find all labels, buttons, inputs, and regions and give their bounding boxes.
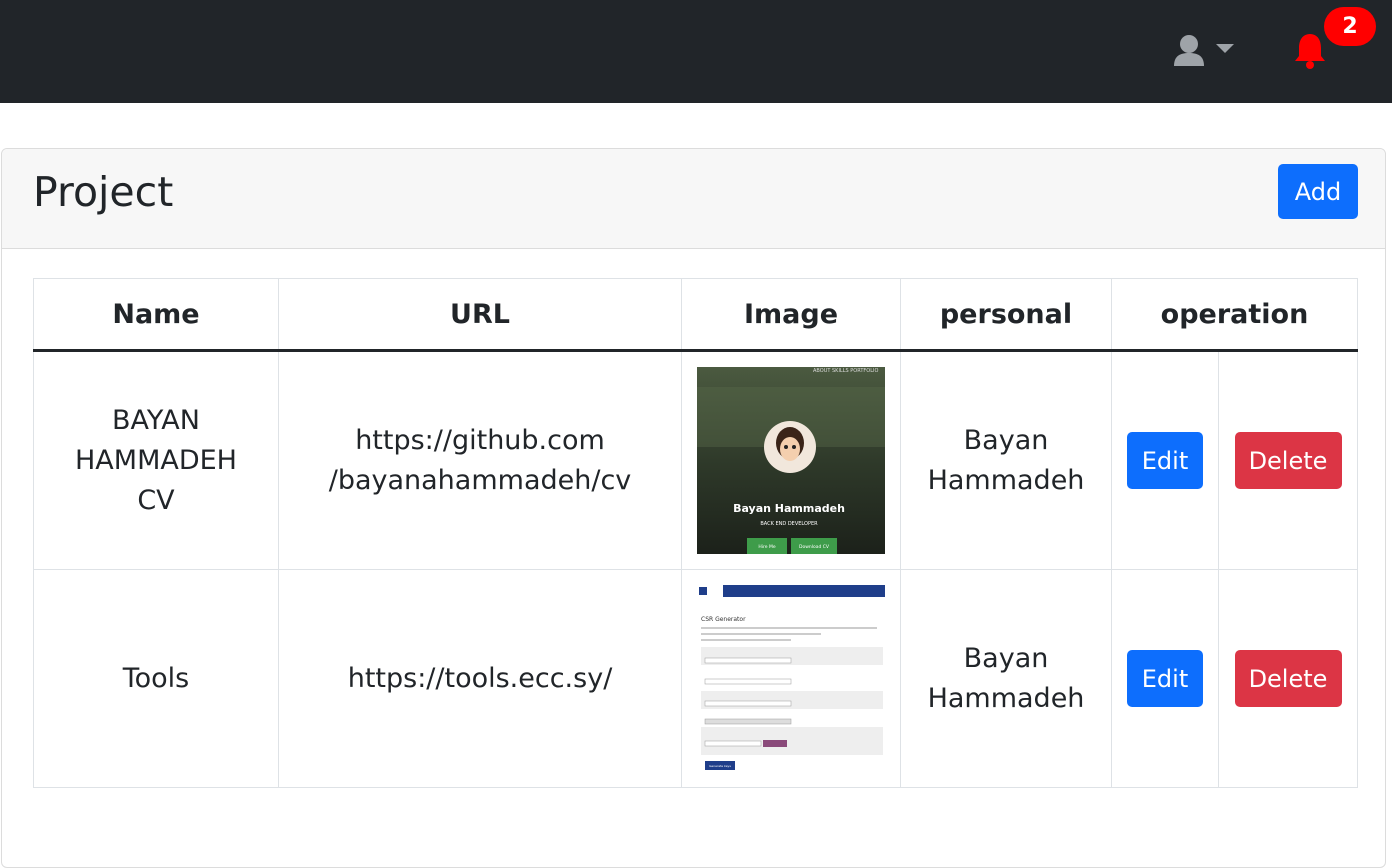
- project-thumbnail-cv: ABOUT SKILLS PORTFOLIO Bayan Hammadeh BA…: [697, 367, 885, 554]
- table-header-row: Name URL Image personal operation: [33, 278, 1358, 352]
- column-header-url: URL: [278, 278, 682, 352]
- personal-line2: Hammadeh: [927, 682, 1085, 714]
- top-navbar: 2: [0, 0, 1392, 103]
- notification-button[interactable]: [1290, 30, 1330, 70]
- user-icon: [1174, 35, 1204, 66]
- project-card: Project Add Name URL Image personal oper…: [1, 148, 1386, 868]
- project-name: BAYAN HAMMADEH CV: [75, 404, 237, 516]
- column-header-name: Name: [33, 278, 279, 352]
- table-row: Tools https://tools.ecc.sy/ CSR Generato…: [33, 569, 1358, 788]
- edit-cell: Edit: [1111, 350, 1219, 570]
- thumb-button: Generate keys: [709, 764, 731, 768]
- edit-cell: Edit: [1111, 569, 1219, 788]
- card-header: Project Add: [2, 149, 1385, 249]
- project-url-line2: /bayanahammadeh/cv: [328, 464, 632, 496]
- project-url-cell: https://github.com /bayanahammadeh/cv: [278, 350, 682, 570]
- column-header-image: Image: [681, 278, 901, 352]
- delete-button[interactable]: Delete: [1234, 432, 1342, 489]
- personal-cell: Bayan Hammadeh: [900, 350, 1112, 570]
- edit-button[interactable]: Edit: [1127, 432, 1203, 489]
- project-table: Name URL Image personal operation BAYAN …: [33, 278, 1358, 788]
- project-name-cell: Tools: [33, 569, 279, 788]
- thumb-button-1: Hire Me: [758, 544, 775, 550]
- table-row: BAYAN HAMMADEH CV https://github.com /ba…: [33, 350, 1358, 570]
- delete-cell: Delete: [1218, 350, 1358, 570]
- delete-cell: Delete: [1218, 569, 1358, 788]
- delete-button[interactable]: Delete: [1234, 650, 1342, 707]
- thumb-caption: Bayan Hammadeh: [733, 502, 845, 515]
- notification-count-badge: 2: [1324, 7, 1376, 46]
- project-image-cell: ABOUT SKILLS PORTFOLIO Bayan Hammadeh BA…: [681, 350, 901, 570]
- thumb-heading: CSR Generator: [701, 616, 746, 623]
- project-image-cell: CSR Generator Generate keys: [681, 569, 901, 788]
- personal-line1: Bayan: [963, 642, 1049, 674]
- user-menu-dropdown[interactable]: [1172, 34, 1238, 70]
- project-url-line1: https://tools.ecc.sy/: [347, 662, 613, 694]
- edit-button[interactable]: Edit: [1127, 650, 1203, 707]
- project-url-cell: https://tools.ecc.sy/: [278, 569, 682, 788]
- project-table-container: Name URL Image personal operation BAYAN …: [33, 278, 1358, 788]
- project-name: Tools: [122, 662, 190, 694]
- thumb-nav: ABOUT SKILLS PORTFOLIO: [813, 368, 878, 374]
- page-title: Project: [33, 168, 174, 216]
- personal-line2: Hammadeh: [927, 464, 1085, 496]
- thumb-button-2: Download CV: [799, 544, 830, 550]
- personal-line1: Bayan: [963, 424, 1049, 456]
- thumb-subcaption: BACK END DEVELOPER: [760, 521, 818, 527]
- column-header-operation: operation: [1111, 278, 1358, 352]
- project-url-line1: https://github.com: [355, 424, 605, 456]
- caret-down-icon: [1216, 44, 1234, 53]
- add-button[interactable]: Add: [1278, 164, 1358, 219]
- bell-icon: [1295, 34, 1325, 69]
- column-header-personal: personal: [900, 278, 1112, 352]
- project-thumbnail-tools: CSR Generator Generate keys: [697, 585, 885, 772]
- personal-cell: Bayan Hammadeh: [900, 569, 1112, 788]
- project-name-cell: BAYAN HAMMADEH CV: [33, 350, 279, 570]
